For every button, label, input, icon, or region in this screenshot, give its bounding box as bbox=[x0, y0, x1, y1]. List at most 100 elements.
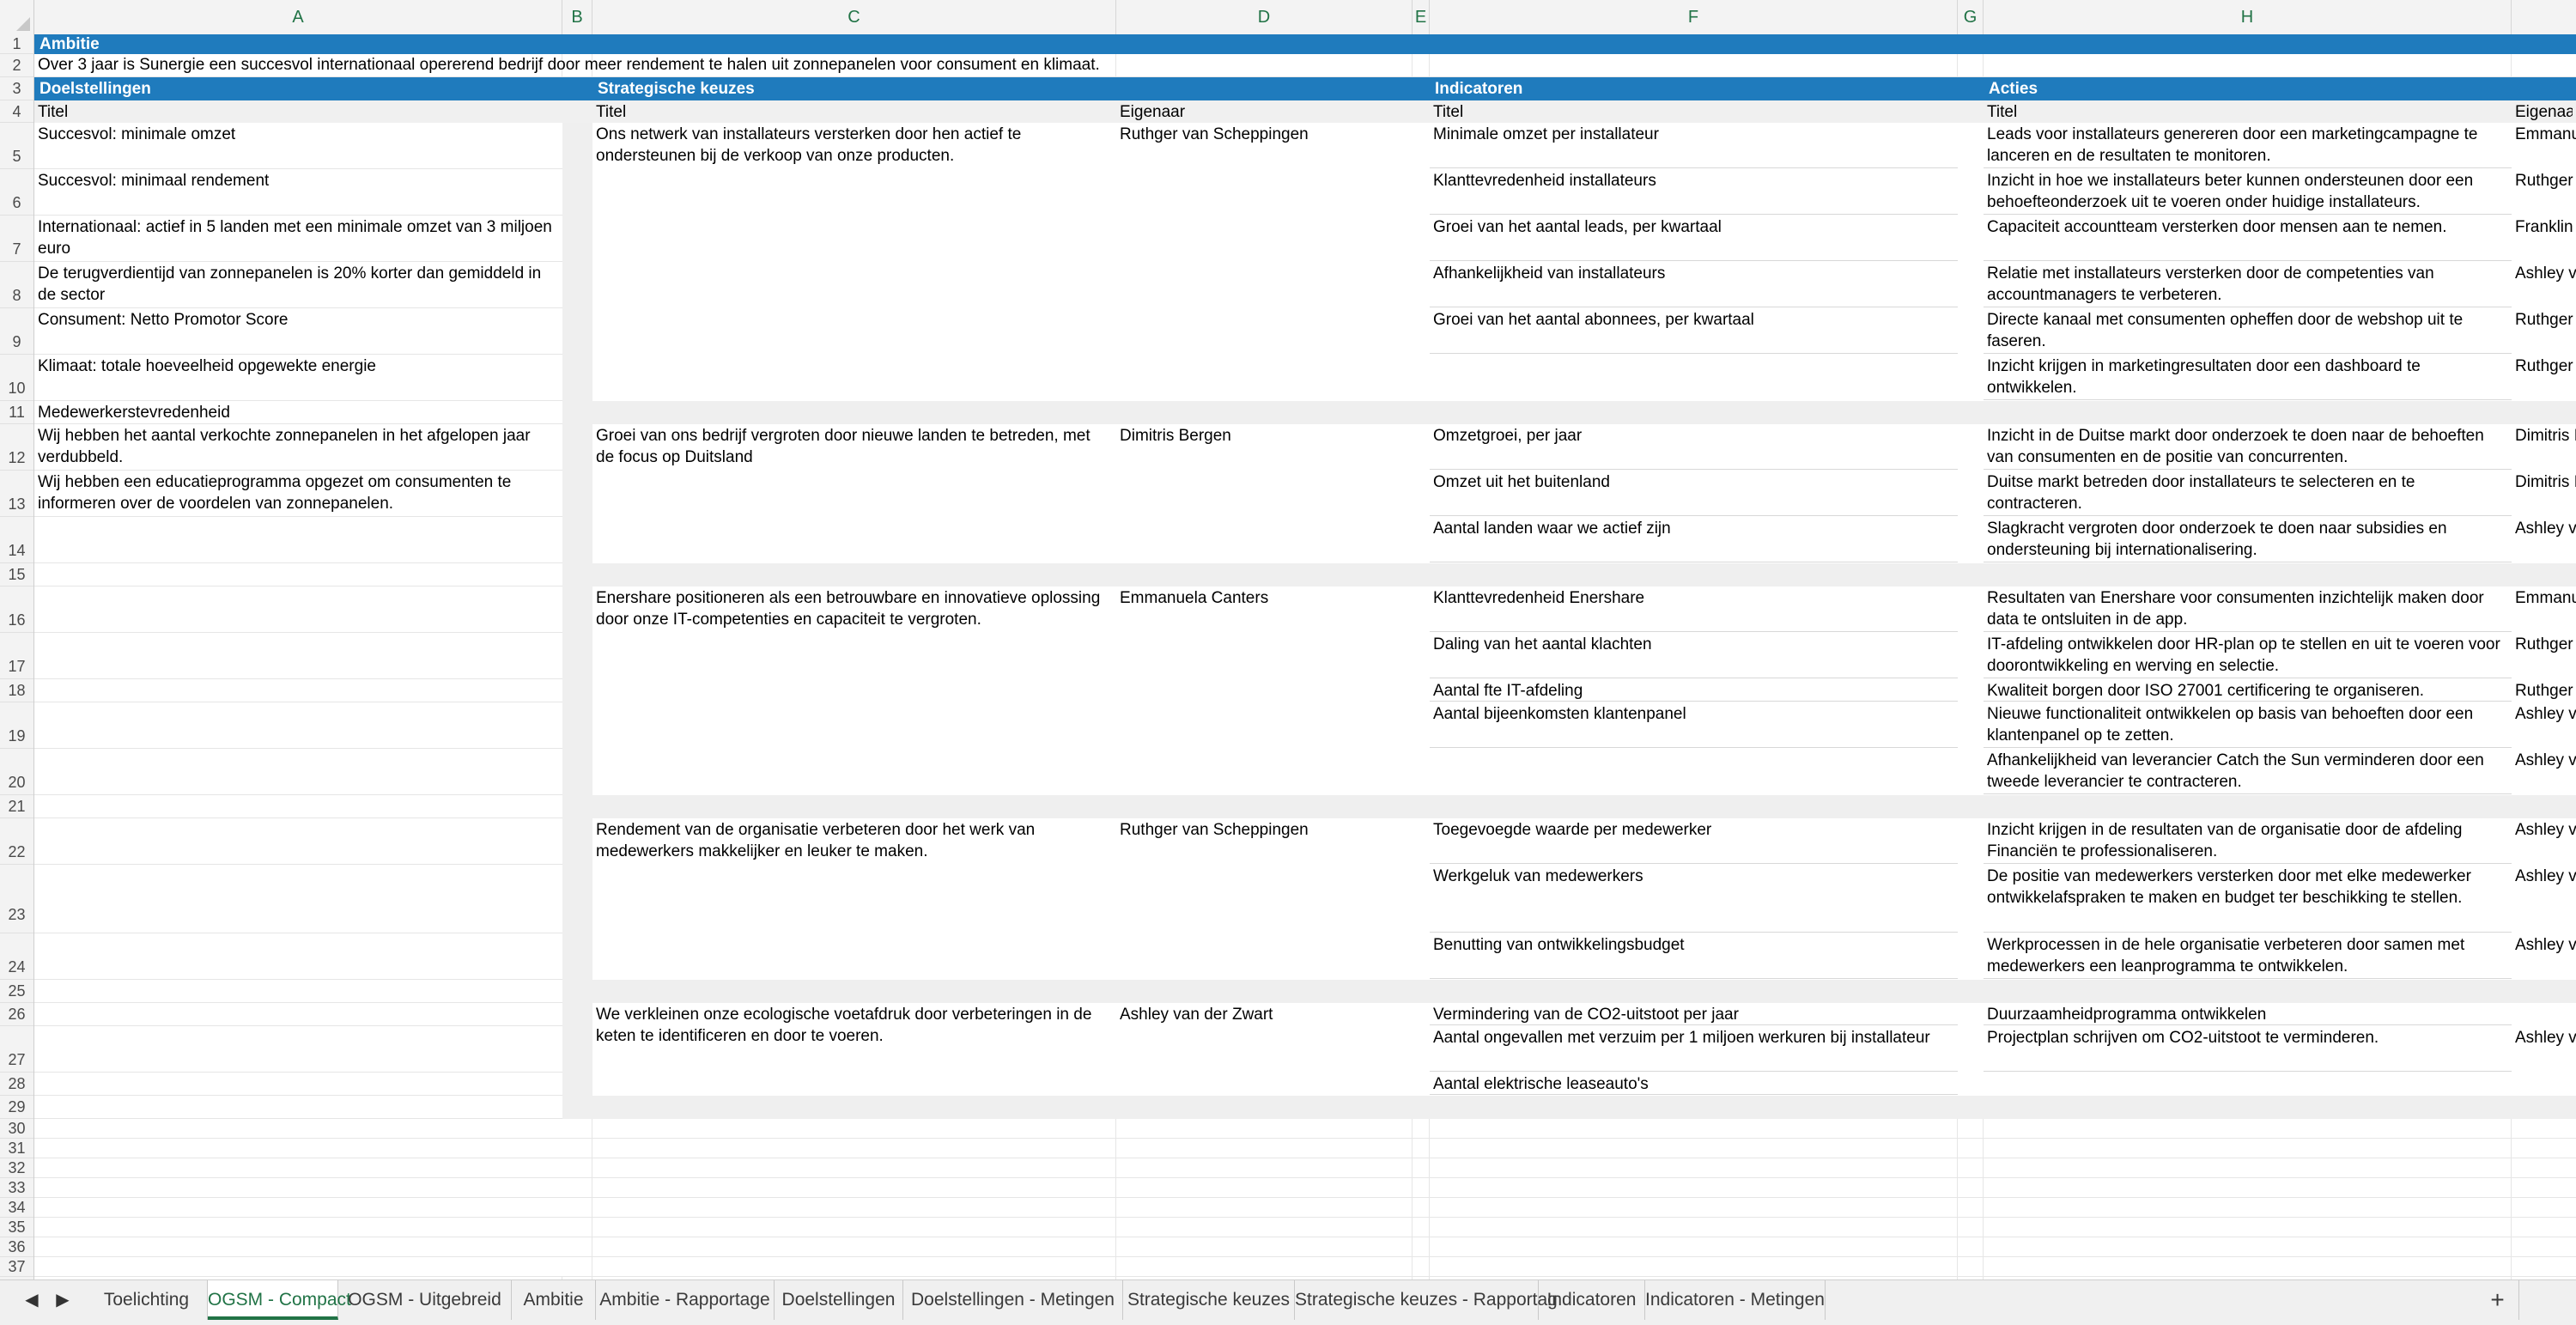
sheet-tab[interactable]: Doelstellingen - Metingen bbox=[903, 1280, 1123, 1320]
section-header-strategies[interactable]: Strategische keuzes bbox=[598, 78, 1027, 101]
goal-cell[interactable]: Medewerkerstevredenheid bbox=[38, 402, 559, 424]
sheet-grid[interactable]: Ambitie Over 3 jaar is Sunergie een succe… bbox=[34, 34, 2576, 1279]
sheet-tab[interactable]: OGSM - Compact bbox=[208, 1280, 351, 1320]
goal-cell[interactable]: Internationaal: actief in 5 landen met e… bbox=[38, 216, 559, 262]
strategy-owner-cell[interactable]: Emmanuela Canters bbox=[1120, 587, 1409, 633]
sheet-tab[interactable]: OGSM - Uitgebreid bbox=[338, 1280, 512, 1320]
goal-cell[interactable]: De terugverdientijd van zonnepanelen is … bbox=[38, 263, 559, 308]
indicator-cell[interactable]: Aantal landen waar we actief zijn bbox=[1433, 518, 1954, 563]
indicator-cell[interactable]: Aantal ongevallen met verzuim per 1 milj… bbox=[1433, 1027, 1954, 1073]
strategy-title-cell[interactable]: Enershare positioneren als een betrouwba… bbox=[596, 587, 1113, 795]
action-owner-cell[interactable]: Dimitris I bbox=[2515, 471, 2576, 517]
action-title-cell[interactable]: Inzicht krijgen in marketingresultaten d… bbox=[1987, 356, 2508, 401]
row-header-19[interactable]: 19 bbox=[0, 702, 33, 749]
indicator-cell[interactable]: Groei van het aantal abonnees, per kwart… bbox=[1433, 309, 1954, 355]
row-header-37[interactable]: 37 bbox=[0, 1257, 33, 1277]
action-owner-cell[interactable] bbox=[2515, 1004, 2576, 1026]
action-owner-cell[interactable]: Ruthger bbox=[2515, 170, 2576, 216]
row-header-28[interactable]: 28 bbox=[0, 1073, 33, 1096]
action-title-cell[interactable]: Nieuwe functionaliteit ontwikkelen op ba… bbox=[1987, 703, 2508, 749]
action-owner-cell[interactable]: Ashley v bbox=[2515, 518, 2576, 563]
action-owner-cell[interactable]: Ruthger bbox=[2515, 634, 2576, 679]
row-header-29[interactable]: 29 bbox=[0, 1096, 33, 1119]
action-owner-cell[interactable]: Franklin bbox=[2515, 216, 2576, 262]
column-header-g[interactable]: G bbox=[1958, 0, 1984, 34]
row-header-2[interactable]: 2 bbox=[0, 54, 33, 77]
row-header-10[interactable]: 10 bbox=[0, 355, 33, 401]
action-title-cell[interactable]: Inzicht in de Duitse markt door onderzoe… bbox=[1987, 425, 2508, 471]
row-header-7[interactable]: 7 bbox=[0, 216, 33, 262]
section-header-goals[interactable]: Doelstellingen bbox=[39, 78, 469, 101]
goal-cell[interactable]: Wij hebben een educatieprogramma opgezet… bbox=[38, 471, 559, 517]
column-header-a[interactable]: A bbox=[34, 0, 562, 34]
action-owner-cell[interactable]: Ashley v bbox=[2515, 263, 2576, 308]
sheet-tab[interactable]: Strategische keuzes bbox=[1123, 1280, 1295, 1320]
goal-cell[interactable]: Succesvol: minimaal rendement bbox=[38, 170, 559, 216]
column-header-h[interactable]: H bbox=[1984, 0, 2512, 34]
strategy-owner-cell[interactable]: Dimitris Bergen bbox=[1120, 425, 1409, 471]
row-header-20[interactable]: 20 bbox=[0, 749, 33, 795]
subheader-title-h[interactable]: Titel bbox=[1987, 101, 2508, 123]
goal-cell[interactable]: Wij hebben het aantal verkochte zonnepan… bbox=[38, 425, 559, 471]
row-header-27[interactable]: 27 bbox=[0, 1026, 33, 1073]
indicator-cell[interactable]: Werkgeluk van medewerkers bbox=[1433, 866, 1954, 933]
indicator-cell[interactable]: Afhankelijkheid van installateurs bbox=[1433, 263, 1954, 308]
strategy-owner-cell[interactable]: Ruthger van Scheppingen bbox=[1120, 124, 1409, 169]
column-header-d[interactable]: D bbox=[1116, 0, 1413, 34]
action-title-cell[interactable]: De positie van medewerkers versterken do… bbox=[1987, 866, 2508, 933]
action-owner-cell[interactable]: Ashley v bbox=[2515, 1027, 2576, 1073]
action-title-cell[interactable]: Kwaliteit borgen door ISO 27001 certific… bbox=[1987, 680, 2508, 702]
row-header-31[interactable]: 31 bbox=[0, 1139, 33, 1158]
indicator-cell[interactable]: Daling van het aantal klachten bbox=[1433, 634, 1954, 679]
strategy-title-cell[interactable]: Ons netwerk van installateurs versterken… bbox=[596, 124, 1113, 401]
row-header-12[interactable]: 12 bbox=[0, 424, 33, 471]
tab-scroll-right-icon[interactable]: ▶ bbox=[50, 1287, 76, 1313]
subheader-title-a[interactable]: Titel bbox=[38, 101, 559, 123]
row-header-33[interactable]: 33 bbox=[0, 1178, 33, 1198]
select-all-corner[interactable] bbox=[0, 0, 34, 34]
indicator-cell[interactable]: Klanttevredenheid installateurs bbox=[1433, 170, 1954, 216]
sheet-tab[interactable]: Doelstellingen bbox=[775, 1280, 903, 1320]
action-title-cell[interactable]: Werkprocessen in de hele organisatie ver… bbox=[1987, 934, 2508, 980]
strategy-title-cell[interactable]: We verkleinen onze ecologische voetafdru… bbox=[596, 1004, 1113, 1096]
action-title-cell[interactable]: Leads voor installateurs genereren door … bbox=[1987, 124, 2508, 169]
action-title-cell[interactable]: Inzicht in hoe we installateurs beter ku… bbox=[1987, 170, 2508, 216]
action-owner-cell[interactable]: Ruthger bbox=[2515, 356, 2576, 401]
row-header-6[interactable]: 6 bbox=[0, 169, 33, 216]
action-title-cell[interactable]: Relatie met installateurs versterken doo… bbox=[1987, 263, 2508, 308]
action-title-cell[interactable]: Slagkracht vergroten door onderzoek te d… bbox=[1987, 518, 2508, 563]
indicator-cell[interactable]: Omzetgroei, per jaar bbox=[1433, 425, 1954, 471]
action-owner-cell[interactable]: Ruthger bbox=[2515, 680, 2576, 702]
column-header-f[interactable]: F bbox=[1430, 0, 1958, 34]
row-header-21[interactable]: 21 bbox=[0, 795, 33, 818]
column-header-e[interactable]: E bbox=[1413, 0, 1430, 34]
sheet-tab[interactable]: Ambitie - Rapportage bbox=[596, 1280, 775, 1320]
subheader-owner-d[interactable]: Eigenaar bbox=[1120, 101, 1409, 123]
action-owner-cell[interactable]: Dimitris I bbox=[2515, 425, 2576, 471]
row-header-22[interactable]: 22 bbox=[0, 818, 33, 865]
action-title-cell[interactable]: Resultaten van Enershare voor consumente… bbox=[1987, 587, 2508, 633]
row-header-32[interactable]: 32 bbox=[0, 1158, 33, 1178]
row-header-3[interactable]: 3 bbox=[0, 77, 33, 100]
action-title-cell[interactable]: Directe kanaal met consumenten opheffen … bbox=[1987, 309, 2508, 355]
indicator-cell[interactable]: Aantal elektrische leaseauto's bbox=[1433, 1073, 1954, 1096]
indicator-cell[interactable]: Minimale omzet per installateur bbox=[1433, 124, 1954, 169]
goal-cell[interactable]: Succesvol: minimale omzet bbox=[38, 124, 559, 169]
action-title-cell[interactable]: Afhankelijkheid van leverancier Catch th… bbox=[1987, 750, 2508, 795]
indicator-cell[interactable]: Vermindering van de CO2-uitstoot per jaa… bbox=[1433, 1004, 1954, 1026]
sheet-tab[interactable]: Indicatoren bbox=[1539, 1280, 1645, 1320]
action-owner-cell[interactable]: Ashley v bbox=[2515, 750, 2576, 795]
action-owner-cell[interactable]: Ashley v bbox=[2515, 866, 2576, 933]
action-title-cell[interactable]: IT-afdeling ontwikkelen door HR-plan op … bbox=[1987, 634, 2508, 679]
row-header-26[interactable]: 26 bbox=[0, 1003, 33, 1026]
indicator-cell[interactable]: Aantal bijeenkomsten klantenpanel bbox=[1433, 703, 1954, 749]
row-header-14[interactable]: 14 bbox=[0, 517, 33, 563]
indicator-cell[interactable]: Toegevoegde waarde per medewerker bbox=[1433, 819, 1954, 865]
action-title-cell[interactable]: Projectplan schrijven om CO2-uitstoot te… bbox=[1987, 1027, 2508, 1073]
action-title-cell[interactable]: Duurzaamheidprogramma ontwikkelen bbox=[1987, 1004, 2508, 1026]
row-header-18[interactable]: 18 bbox=[0, 679, 33, 702]
action-title-cell[interactable]: Duitse markt betreden door installateurs… bbox=[1987, 471, 2508, 517]
action-owner-cell[interactable]: Emmanu bbox=[2515, 587, 2576, 633]
row-header-24[interactable]: 24 bbox=[0, 933, 33, 980]
row-header-30[interactable]: 30 bbox=[0, 1119, 33, 1139]
